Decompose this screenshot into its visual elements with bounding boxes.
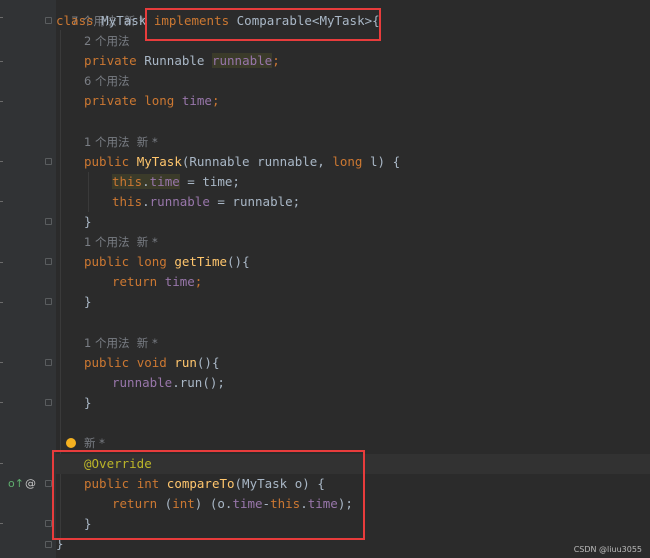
brace: }	[84, 214, 92, 229]
keyword: private	[84, 53, 137, 68]
semicolon: ;	[194, 274, 203, 289]
code-line[interactable]: }	[56, 393, 650, 413]
method-name: run	[174, 355, 197, 370]
semicolon: ;	[211, 93, 220, 108]
code-line[interactable]: }	[56, 212, 650, 232]
annotation-box-implements	[145, 8, 381, 41]
usage-hint: 2 个用法	[84, 34, 130, 48]
code-line[interactable]: public long getTime(){	[56, 252, 650, 272]
override-marker-icon[interactable]: @	[25, 477, 36, 490]
code-line[interactable]: 1 个用法 新 *	[56, 333, 650, 353]
assignment: = runnable;	[209, 194, 301, 209]
code-line[interactable]: private Runnable runnable;	[56, 51, 650, 71]
gutter-tick	[0, 17, 3, 18]
fold-end-icon[interactable]	[45, 298, 52, 305]
keyword: class	[56, 13, 94, 28]
method-name: MyTask	[136, 154, 182, 169]
keyword: public	[84, 355, 130, 370]
gutter-tick	[0, 302, 3, 303]
watermark: CSDN @liuu3055	[573, 545, 642, 554]
usage-hint: 1 个用法 新 *	[84, 235, 158, 249]
keyword: long	[144, 93, 175, 108]
gutter-tick	[0, 362, 3, 363]
keyword: long	[136, 254, 167, 269]
fold-compareto-icon[interactable]	[45, 480, 52, 487]
brace: }	[84, 294, 92, 309]
field-name: time	[164, 274, 195, 289]
field-name: time	[181, 93, 212, 108]
params: (){	[196, 355, 220, 370]
fold-end-icon[interactable]	[45, 399, 52, 406]
keyword: public	[84, 154, 130, 169]
assignment: = time;	[179, 174, 240, 189]
code-line[interactable]: 6 个用法	[56, 71, 650, 91]
fold-run-icon[interactable]	[45, 359, 52, 366]
keyword: this	[112, 174, 143, 189]
keyword: private	[84, 93, 137, 108]
fold-class-icon[interactable]	[45, 17, 52, 24]
keyword: return	[112, 274, 158, 289]
fold-constructor-icon[interactable]	[45, 158, 52, 165]
gutter-tick	[0, 402, 3, 403]
type-name: Runnable	[144, 53, 205, 68]
gutter-tick	[0, 523, 3, 524]
usage-hint: 6 个用法	[84, 74, 130, 88]
code-line[interactable]: }	[56, 292, 650, 312]
code-line[interactable]: this.time = time;	[56, 172, 650, 192]
gutter-tick	[0, 161, 3, 162]
gutter-tick	[0, 101, 3, 102]
keyword: long	[332, 154, 363, 169]
code-line[interactable]: public MyTask(Runnable runnable, long l)…	[56, 152, 650, 172]
gutter-tick	[0, 61, 3, 62]
params: (){	[227, 254, 250, 269]
editor-gutter	[0, 0, 56, 558]
gutter-tick	[0, 463, 3, 464]
fold-class-end-icon[interactable]	[45, 541, 52, 548]
usage-hint: 1 个用法 新 *	[84, 135, 158, 149]
gutter-tick	[0, 201, 3, 202]
fold-gettime-icon[interactable]	[45, 258, 52, 265]
code-line[interactable]: public void run(){	[56, 353, 650, 373]
fold-end-icon[interactable]	[45, 218, 52, 225]
code-line[interactable]: 1 个用法 新 *	[56, 232, 650, 252]
semicolon: ;	[272, 53, 280, 68]
usage-hint: 1 个用法 新 *	[84, 336, 158, 350]
field-name: runnable	[211, 53, 273, 68]
code-line[interactable]: return time;	[56, 272, 650, 292]
implements-marker-icon[interactable]: o↑	[8, 477, 24, 490]
annotation-box-compareto	[52, 450, 365, 540]
keyword: this	[112, 194, 143, 209]
usage-hint: 新 *	[84, 436, 105, 450]
code-line[interactable]: private long time;	[56, 91, 650, 111]
method-name: getTime	[174, 254, 228, 269]
fold-end-icon[interactable]	[45, 520, 52, 527]
code-line[interactable]: 1 个用法 新 *	[56, 132, 650, 152]
params: l) {	[362, 154, 401, 169]
brace: }	[84, 395, 92, 410]
code-line[interactable]: this.runnable = runnable;	[56, 192, 650, 212]
field-name: time	[149, 174, 180, 189]
field-name: runnable	[112, 375, 173, 390]
class-name: MyTask	[101, 13, 147, 28]
code-line[interactable]: runnable.run();	[56, 373, 650, 393]
keyword: public	[84, 254, 130, 269]
field-name: runnable	[149, 194, 210, 209]
keyword: void	[136, 355, 167, 370]
method-call: .run();	[172, 375, 225, 390]
params: (Runnable runnable,	[181, 154, 333, 169]
gutter-tick	[0, 262, 3, 263]
